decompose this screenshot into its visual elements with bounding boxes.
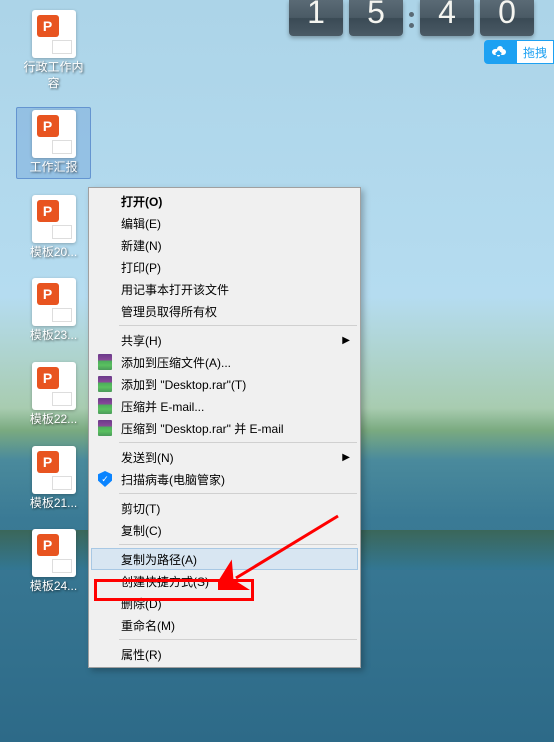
menu-item-label: 压缩并 E-mail... [121, 398, 204, 415]
menu-item-label: 管理员取得所有权 [121, 303, 217, 320]
submenu-arrow-icon: ▶ [342, 335, 350, 346]
menu-item-label: 用记事本打开该文件 [121, 281, 229, 298]
menu-item[interactable]: 删除(D) [91, 592, 358, 614]
menu-item[interactable]: ✓ 扫描病毒(电脑管家) [91, 468, 358, 490]
menu-item[interactable]: 添加到压缩文件(A)... [91, 351, 358, 373]
file-label: 工作汇报 [29, 160, 77, 176]
desktop-file-icon[interactable]: P 工作汇报 [16, 107, 91, 179]
powerpoint-file-icon: P [32, 110, 76, 158]
cloud-icon [484, 40, 516, 64]
powerpoint-file-icon: P [32, 362, 76, 410]
menu-item[interactable]: 创建快捷方式(S) [91, 570, 358, 592]
desktop-file-icon[interactable]: P 模板20... [16, 193, 91, 263]
file-label: 模板22... [30, 412, 77, 428]
menu-item-label: 扫描病毒(电脑管家) [121, 471, 225, 488]
winrar-icon [97, 420, 113, 436]
winrar-icon [97, 376, 113, 392]
menu-item[interactable]: 复制(C) [91, 519, 358, 541]
menu-item[interactable]: 重命名(M) [91, 614, 358, 636]
menu-item-label: 复制(C) [121, 522, 162, 539]
file-label: 模板23... [30, 328, 77, 344]
clock-hour-tens: 1 [289, 0, 343, 36]
winrar-icon [97, 398, 113, 414]
p-badge-icon: P [37, 200, 59, 222]
menu-item[interactable]: 压缩并 E-mail... [91, 395, 358, 417]
p-badge-icon: P [37, 367, 59, 389]
menu-item-label: 剪切(T) [121, 500, 160, 517]
menu-item[interactable]: 用记事本打开该文件 [91, 278, 358, 300]
menu-separator [119, 442, 357, 443]
clock-separator [409, 0, 414, 36]
menu-item-label: 打开(O) [121, 193, 162, 210]
menu-separator [119, 325, 357, 326]
cloud-sync-button[interactable]: 拖拽 [484, 40, 554, 64]
powerpoint-file-icon: P [32, 10, 76, 58]
menu-item-label: 编辑(E) [121, 215, 161, 232]
menu-item-label: 删除(D) [121, 595, 162, 612]
p-badge-icon: P [37, 15, 59, 37]
menu-item[interactable]: 剪切(T) [91, 497, 358, 519]
desktop-icons-column: P 行政工作内容 P 工作汇报 P 模板20... P 模板23... P 模板… [16, 8, 91, 597]
menu-item-label: 创建快捷方式(S) [121, 573, 209, 590]
p-badge-icon: P [37, 115, 59, 137]
file-label: 模板24... [30, 579, 77, 595]
clock-hour-ones: 5 [349, 0, 403, 36]
menu-item-label: 压缩到 "Desktop.rar" 并 E-mail [121, 420, 284, 437]
menu-item[interactable]: 编辑(E) [91, 212, 358, 234]
desktop-file-icon[interactable]: P 模板23... [16, 276, 91, 346]
desktop-file-icon[interactable]: P 行政工作内容 [16, 8, 91, 93]
menu-item-label: 添加到压缩文件(A)... [121, 354, 231, 371]
clock-min-ones: 0 [480, 0, 534, 36]
powerpoint-file-icon: P [32, 278, 76, 326]
submenu-arrow-icon: ▶ [342, 452, 350, 463]
desktop-file-icon[interactable]: P 模板24... [16, 527, 91, 597]
file-label: 行政工作内容 [18, 60, 89, 91]
menu-item[interactable]: 属性(R) [91, 643, 358, 665]
menu-item[interactable]: 打印(P) [91, 256, 358, 278]
menu-item[interactable]: 管理员取得所有权 [91, 300, 358, 322]
clock-min-tens: 4 [420, 0, 474, 36]
powerpoint-file-icon: P [32, 529, 76, 577]
context-menu: 打开(O)编辑(E)新建(N)打印(P)用记事本打开该文件管理员取得所有权共享(… [88, 187, 361, 668]
file-label: 模板20... [30, 245, 77, 261]
menu-item-label: 重命名(M) [121, 617, 175, 634]
desktop-file-icon[interactable]: P 模板22... [16, 360, 91, 430]
powerpoint-file-icon: P [32, 446, 76, 494]
file-label: 模板21... [30, 496, 77, 512]
menu-item[interactable]: 压缩到 "Desktop.rar" 并 E-mail [91, 417, 358, 439]
menu-separator [119, 639, 357, 640]
winrar-icon [97, 354, 113, 370]
p-badge-icon: P [37, 451, 59, 473]
menu-item-label: 打印(P) [121, 259, 161, 276]
menu-item-label: 复制为路径(A) [121, 551, 197, 568]
shield-icon: ✓ [97, 471, 113, 487]
p-badge-icon: P [37, 283, 59, 305]
menu-separator [119, 544, 357, 545]
menu-separator [119, 493, 357, 494]
clock-widget[interactable]: 1 5 4 0 [289, 0, 534, 36]
desktop-file-icon[interactable]: P 模板21... [16, 444, 91, 514]
menu-item-label: 添加到 "Desktop.rar"(T) [121, 376, 246, 393]
menu-item[interactable]: 打开(O) [91, 190, 358, 212]
cloud-label: 拖拽 [516, 40, 554, 64]
menu-item[interactable]: 新建(N) [91, 234, 358, 256]
menu-item-label: 属性(R) [121, 646, 162, 663]
powerpoint-file-icon: P [32, 195, 76, 243]
p-badge-icon: P [37, 534, 59, 556]
menu-item[interactable]: 发送到(N) ▶ [91, 446, 358, 468]
menu-item[interactable]: 添加到 "Desktop.rar"(T) [91, 373, 358, 395]
menu-item-label: 发送到(N) [121, 449, 174, 466]
menu-item-label: 新建(N) [121, 237, 162, 254]
menu-item-label: 共享(H) [121, 332, 162, 349]
menu-item[interactable]: 复制为路径(A) [91, 548, 358, 570]
menu-item[interactable]: 共享(H) ▶ [91, 329, 358, 351]
